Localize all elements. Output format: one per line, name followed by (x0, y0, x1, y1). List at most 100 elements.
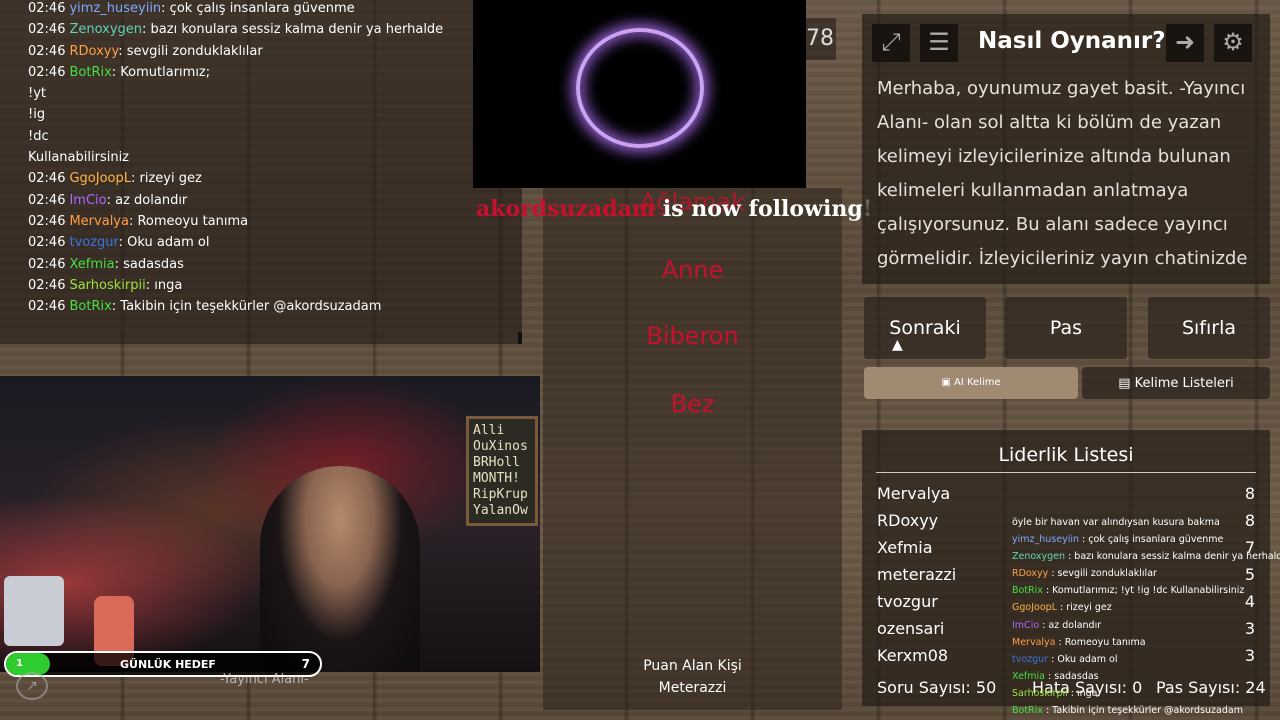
chat-time: 02:46 (28, 171, 66, 187)
overlay-chat-message: Xefmia : sadasdas (1012, 668, 1280, 685)
chat-message: 02:46 BotRix: Komutlarımız; (28, 62, 494, 83)
streamer-area-label: -Yayıncı Alanı- (220, 672, 309, 687)
overlay-chat-message: Mervalya : Romeoyu tanıma (1012, 634, 1280, 651)
chat-username[interactable]: RDoxyy (69, 44, 118, 59)
question-count: Soru Sayısı: 50 (877, 678, 997, 697)
chat-username[interactable]: ImCio (69, 193, 106, 208)
chat-text: : Takibin için teşekkürler @akordsuzadam (111, 299, 382, 315)
chat-time: 02:46 (28, 213, 66, 229)
board-line: MONTH! (473, 471, 520, 486)
chat-text: : çok çalış insanlara güvenme (161, 1, 355, 16)
chat-message: 02:46 Xefmia: sadasdas (28, 254, 494, 275)
chat-message: 02:46 GgoJoopL: rizeyi gez (28, 168, 494, 189)
overlay-chat-message: öyle bir havan var alındıysan kusura bak… (1012, 514, 1280, 531)
chat-time: 02:46 (28, 64, 66, 80)
next-button[interactable]: Sonraki (864, 297, 986, 359)
chat-username[interactable]: Xefmia (69, 257, 114, 272)
chat-message: 02:46 Mervalya: Romeoyu tanıma (28, 211, 494, 232)
leaderboard-score: 8 (1244, 484, 1255, 503)
overlay-chat-message: Zenoxygen : bazı konulara sessiz kalma d… (1012, 548, 1280, 565)
leaderboard-row: Mervalya 8 (877, 484, 1257, 503)
reset-button[interactable]: Sıfırla (1148, 297, 1270, 359)
video-feed (473, 0, 806, 188)
goal-target: 7 (301, 657, 310, 671)
chat-message: 02:46 yimz_huseyiin: çok çalış insanlara … (28, 0, 494, 19)
leaderboard-name: Xefmia (877, 538, 933, 557)
arrow-icon[interactable]: ↗ (16, 672, 48, 700)
overlay-chat-username: RDoxyy (1012, 568, 1049, 580)
word-item: Anne (661, 256, 724, 284)
word-item: Biberon (646, 322, 739, 350)
overlay-chat-message: BotRix : Komutlarımız; !yt !ig !dc Kulla… (1012, 582, 1280, 599)
chat-message: !ig (28, 104, 494, 125)
ai-word-button[interactable]: ▣ AI Kelime (864, 367, 1078, 399)
chat-text: : rizeyi gez (130, 171, 202, 187)
chat-time: 02:46 (28, 299, 66, 315)
instructions-text: Merhaba, oyunumuz gayet basit. -Yayıncı … (877, 78, 1248, 269)
chat-text: : az dolandır (106, 192, 188, 208)
chat-message: 02:46 Zenoxygen: bazı konulara sessiz kal… (28, 19, 494, 40)
chat-panel: 02:46 yimz_huseyiin: çok çalış insanlara … (0, 0, 522, 344)
board-line: Alli (473, 423, 505, 438)
leaderboard-name: Mervalya (877, 484, 951, 503)
chat-message: !yt (28, 83, 494, 104)
chat-time: 02:46 (28, 256, 66, 272)
chat-username[interactable]: GgoJoopL (69, 171, 131, 186)
overlay-chat-text: : Komutlarımız; !yt !ig !dc Kullanabilir… (1042, 585, 1245, 597)
overlay-chat-text: : sevgili zonduklaklılar (1048, 568, 1157, 580)
overlay-chat-text: : az dolandır (1039, 619, 1102, 631)
chat-text: !dc (28, 128, 49, 144)
chat-time: 02:46 (28, 192, 66, 208)
word-lists-label: Kelime Listeleri (1134, 376, 1234, 391)
overlay-chat-text: : bazı konulara sessiz kalma denir ya he… (1065, 551, 1280, 563)
scorer-title: Puan Alan Kişi (643, 658, 742, 674)
chat-username[interactable]: Sarhoskirpii (69, 278, 145, 293)
chat-username[interactable]: yimz_huseyiin (69, 1, 161, 16)
chat-text: : bazı konulara sessiz kalma denir ya he… (142, 22, 444, 38)
overlay-chat-text: : Oku adam ol (1048, 653, 1118, 665)
chat-time: 02:46 (28, 235, 66, 251)
chat-username[interactable]: Mervalya (69, 214, 129, 229)
expand-icon[interactable]: ⤢ (872, 24, 910, 62)
notes-icon[interactable]: ☰ (920, 24, 958, 62)
overlay-chat-message: GgoJoopL : rizeyi gez (1012, 599, 1280, 616)
pass-button[interactable]: Pas (1005, 297, 1127, 359)
chat-scrollbar[interactable] (518, 332, 522, 344)
chat-message: Kullanabilirsiniz (28, 147, 494, 168)
streamer-figure (260, 466, 420, 672)
board-line: BRHoll (473, 455, 520, 470)
chat-time: 02:46 (28, 277, 66, 293)
goal-label: GÜNLÜK HEDEF (120, 658, 216, 671)
divider (876, 472, 1256, 473)
overlay-chat-username: Xefmia (1012, 670, 1045, 682)
overlay-chat-username: Zenoxygen (1012, 551, 1066, 563)
glowing-ring (576, 28, 704, 148)
cursor-icon: ▲ (892, 337, 903, 353)
chat-text: : sevgili zonduklaklılar (118, 43, 263, 59)
goal-current: 1 (16, 658, 23, 669)
word-lists-button[interactable]: ▤ Kelime Listeleri (1082, 367, 1270, 399)
chat-username[interactable]: tvozgur (69, 235, 118, 250)
chat-username[interactable]: BotRix (69, 299, 111, 314)
overlay-chat-username: GgoJoopL (1012, 602, 1057, 614)
counter-value: 78 (806, 18, 836, 60)
overlay-chat-username: ImCio (1012, 619, 1040, 631)
chat-message: 02:46 Sarhoskirpii: ınga (28, 275, 494, 296)
gear-icon[interactable]: ⚙ (1214, 24, 1252, 62)
overlay-chat-username: yimz_huseyiin (1012, 534, 1080, 546)
exit-icon[interactable]: ➜ (1166, 24, 1204, 62)
how-to-play-panel: ⤢ ☰ Nasıl Oynanır? ➜ ⚙ Merhaba, oyunumuz… (862, 14, 1270, 284)
chat-username[interactable]: BotRix (69, 65, 111, 80)
leaderboard-title: Liderlik Listesi (998, 444, 1134, 466)
follower-name: akordsuzadam (476, 196, 656, 222)
speaker-object (4, 576, 64, 646)
panel-title: Nasıl Oynanır? (978, 28, 1166, 54)
overlay-chat-message: tvozgur : Oku adam ol (1012, 651, 1280, 668)
word-column: Ağlamak Anne Biberon Bez Puan Alan Kişi … (543, 188, 842, 710)
chat-text: : Komutlarımız; (111, 64, 211, 80)
overlay-chat-text: öyle bir havan var alındıysan kusura bak… (1012, 517, 1220, 528)
chat-time: 02:46 (28, 43, 66, 59)
chat-text: !ig (28, 107, 46, 123)
chat-username[interactable]: Zenoxygen (69, 22, 142, 37)
chat-message: 02:46 ImCio: az dolandır (28, 190, 494, 211)
